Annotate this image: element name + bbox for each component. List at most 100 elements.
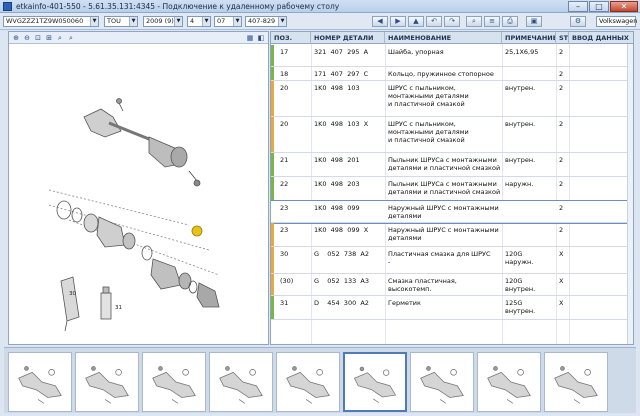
cell-pos: 17 [280,48,289,56]
zoom-window-icon[interactable]: ⊞ [44,33,54,43]
cell-st: X [559,277,564,285]
illustration-thumbnail[interactable] [544,352,608,412]
zoom-fit-icon[interactable]: ⊡ [33,33,43,43]
up-icon[interactable]: ▲ [408,16,424,27]
col-data-entry[interactable]: ВВОД ДАННЫХ [569,32,633,44]
cell-pos: 20 [280,84,289,92]
illustration-pane: ⊕ ⊖ ⊡ ⊞ ⌕ ⌕ ▦ ◧ 30 31 [8,31,269,345]
cell-part: G 052 133 A3 [314,277,369,285]
subgroup-value: 07 [217,17,226,25]
chevron-down-icon[interactable]: ▼ [233,17,241,26]
back-icon[interactable]: ◀ [372,16,388,27]
cell-pos: (30) [280,277,294,285]
zoom-in-icon[interactable]: ⊕ [11,33,21,43]
availability-marker [271,45,274,66]
table-row[interactable]: 20 1K0 498 103 ШРУС с пыльником, монтажным… [271,81,633,117]
cell-name: Пыльник ШРУСа с монтажными деталями и пл… [388,180,501,196]
col-note[interactable]: ПРИМЕЧАНИЕ [502,32,556,44]
cell-pos: 31 [280,299,289,307]
subgroup-select[interactable]: 07 ▼ [214,16,242,27]
cell-name: ШРУС с пыльником, монтажными деталями и … [388,120,469,144]
forward-arrow-icon[interactable]: ↷ [444,16,460,27]
callout-31[interactable]: 31 [115,305,122,311]
settings-icon[interactable]: ⚙ [570,16,586,27]
year-select[interactable]: 2009 (9) ▼ [143,16,183,27]
table-row[interactable]: 17 321 407 295 A Шайба, упорная 25,1X6,95 2 [271,45,633,67]
cell-part: 1K0 498 103 X [314,120,369,128]
selection-toolbar: WVGZZZ1TZ9W050060 ▼ TOU ▼ 2009 (9) ▼ 4 ▼… [0,13,640,30]
pane-close-icon[interactable]: ◧ [256,33,266,43]
illustration-thumbnail[interactable] [209,352,273,412]
cell-st: 2 [559,180,564,188]
search-icon[interactable]: ⌕ [466,16,482,27]
col-part-number[interactable]: НОМЕР ДЕТАЛИ [311,32,385,44]
table-row[interactable]: 20 1K0 498 103 X ШРУС с пыльником, монтажн… [271,117,633,153]
chevron-down-icon[interactable]: ▼ [174,17,182,26]
vin-field[interactable]: WVGZZZ1TZ9W050060 ▼ [3,16,99,27]
col-pos[interactable]: ПОЗ. [271,32,311,44]
availability-marker [271,274,274,295]
table-row[interactable]: 21 1K0 498 201 Пыльник ШРУСа с монтажными … [271,153,633,177]
table-scrollbar[interactable] [627,44,633,344]
forward-icon[interactable]: ▶ [390,16,406,27]
cell-st: 2 [559,48,564,56]
group-select[interactable]: 4 ▼ [187,16,211,27]
cell-st: X [559,299,564,307]
callout-30[interactable]: 30 [69,291,76,297]
illustration-thumbnail[interactable] [8,352,72,412]
brand-value: Volkswagen [599,17,638,25]
thumbnail-drawing [18,366,62,404]
table-row[interactable]: (30) G 052 133 A3 Смазка пластичная, высок… [271,274,633,296]
thumbnail-drawing [554,366,598,404]
chevron-down-icon[interactable]: ▼ [278,17,286,26]
illustration-thumbnail-strip [4,347,636,413]
list-icon[interactable]: ≡ [484,16,500,27]
model-select[interactable]: TOU ▼ [104,16,138,27]
zoom-toolbar: ⊕ ⊖ ⊡ ⊞ ⌕ ⌕ ▦ ◧ [9,32,268,44]
magnifier-icon[interactable]: ⌕ [66,33,76,43]
table-row[interactable]: 18 171 407 297 C Кольцо, пружинное стопорн… [271,67,633,81]
illustration-thumbnail[interactable] [477,352,541,412]
cell-part: 1K0 498 099 X [314,226,369,234]
table-row[interactable]: 31 D 454 300 A2 Герметик 125G внутрен. X [271,296,633,320]
chevron-down-icon[interactable]: ▼ [90,17,98,26]
illustration-thumbnail[interactable] [75,352,139,412]
cart-icon[interactable]: ▣ [526,16,542,27]
remote-desktop-icon [3,2,12,11]
selected-position-marker[interactable] [191,225,203,237]
print-icon[interactable]: ⎙ [502,16,518,27]
col-st[interactable]: ST [556,32,569,44]
cell-name: Шайба, упорная [388,48,444,56]
col-name[interactable]: НАИМЕНОВАНИЕ [385,32,502,44]
cell-note: внутрен. [505,84,536,92]
cell-st: 2 [559,156,564,164]
illustration-thumbnail[interactable] [410,352,474,412]
back-arrow-icon[interactable]: ↶ [426,16,442,27]
thumbnail-drawing [487,366,531,404]
chevron-down-icon[interactable]: ▼ [202,17,210,26]
cell-note: внутрен. [505,156,536,164]
thumbnail-drawing [219,366,263,404]
illustration-select[interactable]: 407-829 ▼ [245,16,287,27]
zoom-reset-icon[interactable]: ⌕ [55,33,65,43]
illustration-thumbnail[interactable] [276,352,340,412]
cell-name: Наружный ШРУС с монтажными деталями [388,226,499,242]
table-row[interactable]: 30 G 052 738 A2 Пластичная смазка для ШРУС… [271,247,633,274]
cell-pos: 23 [280,226,289,234]
brand-select[interactable]: Volkswagen [596,16,638,27]
table-row[interactable]: 22 1K0 498 203 Пыльник ШРУСа с монтажными … [271,177,633,201]
maximize-button[interactable]: □ [589,1,609,12]
grid-toggle-icon[interactable]: ▦ [245,33,255,43]
illustration-thumbnail[interactable] [142,352,206,412]
thumbnail-drawing [286,366,330,404]
minimize-button[interactable]: – [568,1,588,12]
table-row[interactable]: 23 1K0 498 099 Наружный ШРУС с монтажными … [271,200,633,224]
parts-table: ПОЗ. НОМЕР ДЕТАЛИ НАИМЕНОВАНИЕ ПРИМЕЧАНИ… [270,31,634,345]
exploded-parts-drawing[interactable]: 30 31 [9,45,268,344]
cell-name: Наружный ШРУС с монтажными деталями [388,204,499,220]
zoom-out-icon[interactable]: ⊖ [22,33,32,43]
close-button[interactable]: ✕ [610,1,638,12]
chevron-down-icon[interactable]: ▼ [129,17,137,26]
table-row[interactable]: 23 1K0 498 099 X Наружный ШРУС с монтажным… [271,223,633,247]
illustration-thumbnail[interactable] [343,352,407,412]
